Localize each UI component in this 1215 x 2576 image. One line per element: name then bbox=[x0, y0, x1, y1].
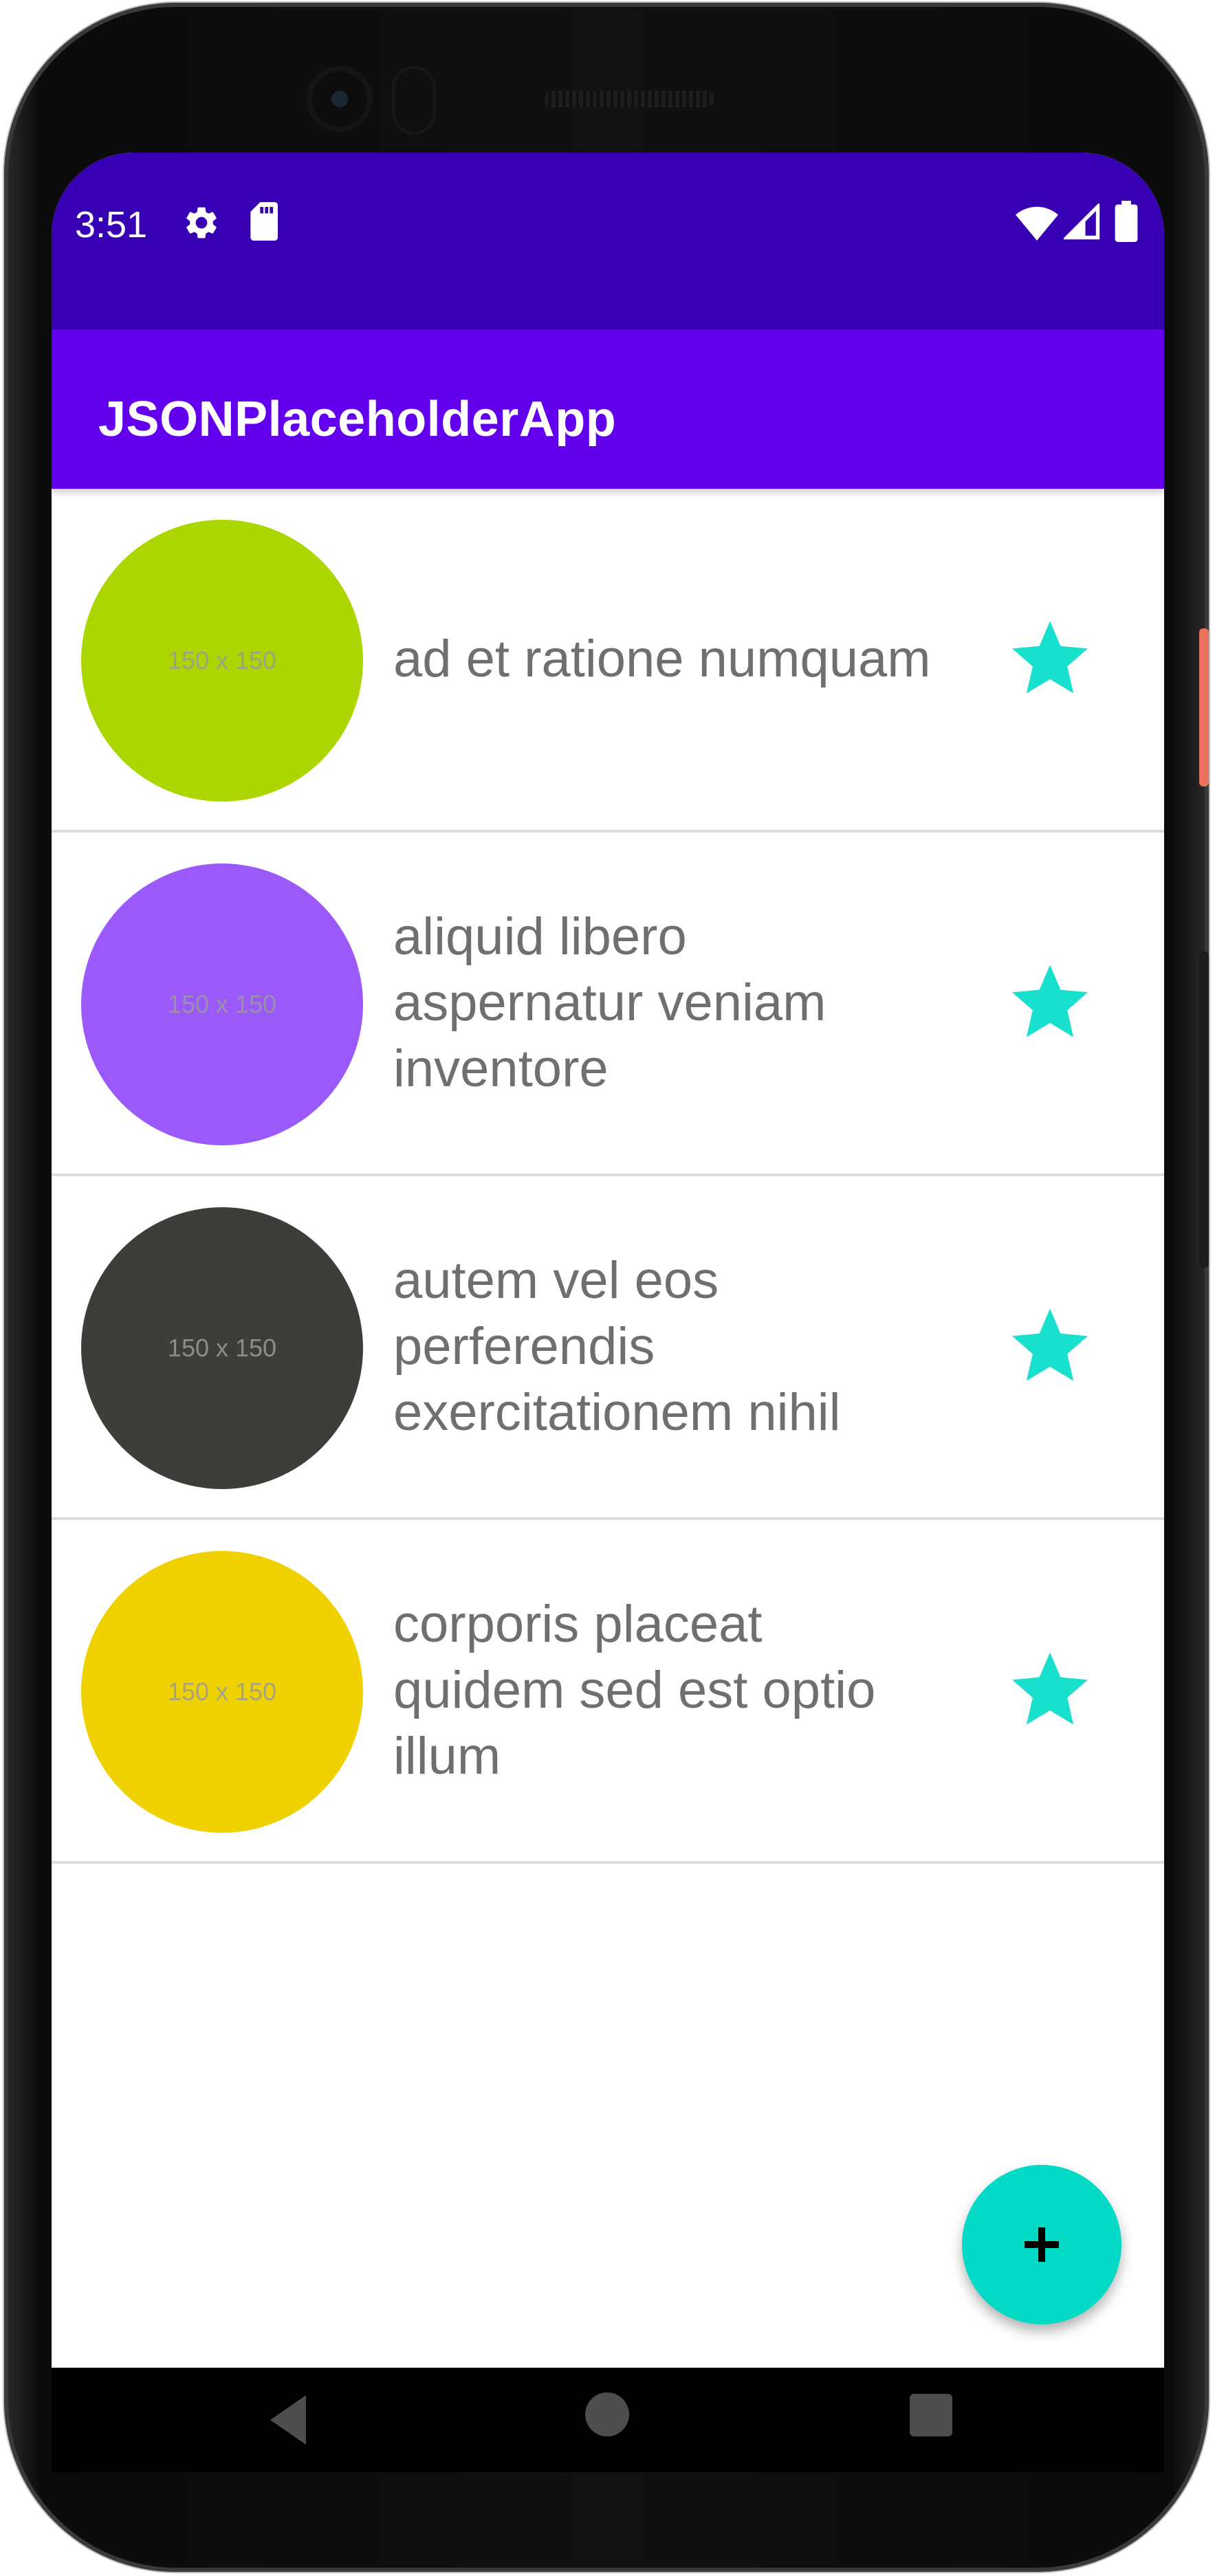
thumbnail-image: 150 x 150 bbox=[81, 1207, 363, 1489]
volume-button bbox=[1199, 951, 1209, 1268]
list-item[interactable]: 150 x 150 ad et ratione numquam bbox=[52, 489, 1164, 833]
item-title: autem vel eos perferendis exercitationem… bbox=[393, 1251, 841, 1442]
sd-card-icon bbox=[250, 202, 278, 241]
wifi-icon bbox=[1016, 206, 1058, 241]
list-item[interactable]: 150 x 150 corporis placeat quidem sed es… bbox=[52, 1520, 1164, 1864]
star-icon[interactable] bbox=[1009, 1308, 1091, 1388]
list-item[interactable]: 150 x 150 autem vel eos perferendis exer… bbox=[52, 1176, 1164, 1520]
thumbnail-label: 150 x 150 bbox=[167, 990, 277, 1018]
phone-frame: 3:51 JSONPlaceholderApp 150 x 150 ad et … bbox=[4, 3, 1209, 2572]
add-button[interactable] bbox=[962, 2165, 1121, 2324]
earpiece-speaker bbox=[545, 91, 715, 107]
star-icon[interactable] bbox=[1009, 965, 1091, 1044]
recents-icon[interactable] bbox=[910, 2394, 952, 2436]
thumbnail-label: 150 x 150 bbox=[167, 646, 277, 674]
thumbnail-image: 150 x 150 bbox=[81, 520, 363, 802]
list-item[interactable]: 150 x 150 aliquid libero aspernatur veni… bbox=[52, 833, 1164, 1176]
app-bar: JSONPlaceholderApp bbox=[52, 329, 1164, 489]
screen: 3:51 JSONPlaceholderApp 150 x 150 ad et … bbox=[52, 153, 1164, 2472]
signal-icon bbox=[1064, 203, 1100, 240]
home-icon[interactable] bbox=[585, 2392, 629, 2436]
plus-icon bbox=[1025, 2227, 1059, 2262]
item-title: ad et ratione numquam bbox=[393, 630, 931, 688]
thumbnail-label: 150 x 150 bbox=[167, 1677, 277, 1706]
star-icon[interactable] bbox=[1009, 621, 1091, 701]
back-icon[interactable] bbox=[262, 2368, 317, 2472]
battery-icon bbox=[1115, 201, 1138, 242]
status-time: 3:51 bbox=[75, 204, 148, 245]
app-title: JSONPlaceholderApp bbox=[98, 392, 617, 447]
gear-icon bbox=[186, 207, 217, 239]
thumbnail-image: 150 x 150 bbox=[81, 863, 363, 1145]
thumbnail-image: 150 x 150 bbox=[81, 1551, 363, 1833]
front-camera bbox=[312, 71, 367, 126]
post-list: 150 x 150 ad et ratione numquam 150 x 15… bbox=[52, 489, 1164, 1864]
navigation-bar bbox=[52, 2368, 1164, 2472]
status-bar: 3:51 bbox=[52, 153, 1164, 329]
power-button bbox=[1199, 628, 1209, 786]
item-title: aliquid libero aspernatur veniam invento… bbox=[393, 907, 827, 1098]
star-icon[interactable] bbox=[1009, 1652, 1091, 1732]
proximity-sensor bbox=[395, 69, 433, 132]
thumbnail-label: 150 x 150 bbox=[167, 1334, 277, 1362]
item-title: corporis placeat quidem sed est optio il… bbox=[393, 1595, 876, 1785]
